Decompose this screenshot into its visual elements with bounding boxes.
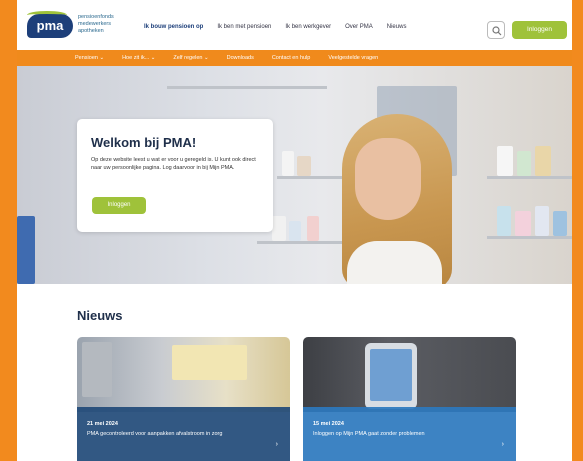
shelf	[487, 176, 572, 179]
news-headline[interactable]: Inloggen op Mijn PMA gaat zonder problem…	[313, 431, 483, 438]
product-box	[497, 146, 513, 176]
menu-item-downloads[interactable]: Downloads	[227, 55, 254, 61]
welcome-card: Welkom bij PMA! Op deze website leest u …	[77, 119, 273, 232]
news-image-phone	[303, 337, 516, 412]
news-headline[interactable]: PMA gecontroleerd voor aanpakken afvalst…	[87, 431, 257, 438]
menu-item-contact[interactable]: Contact en hulp	[272, 55, 311, 61]
sub-menu: Pensioen ⌄ Hoe zit ik... ⌄ Zelf regelen …	[17, 50, 572, 66]
medication-box	[172, 345, 247, 380]
site-header: pma pensioenfonds medewerkers apotheken …	[17, 0, 572, 50]
phone-screen	[370, 349, 412, 401]
news-date: 15 mei 2024	[313, 421, 344, 427]
bottle	[82, 342, 112, 397]
pharmacist-face	[355, 138, 421, 220]
nav-item-bouw-pensioen[interactable]: Ik bouw pensioen op	[144, 24, 203, 30]
menu-item-zelf-regelen[interactable]: Zelf regelen ⌄	[173, 55, 208, 61]
nav-item-werkgever[interactable]: Ik ben werkgever	[285, 24, 331, 30]
news-heading: Nieuws	[77, 308, 123, 323]
news-card[interactable]: 21 mei 2024 PMA gecontroleerd voor aanpa…	[77, 337, 290, 461]
welcome-title: Welkom bij PMA!	[91, 135, 197, 150]
menu-item-faq[interactable]: Veelgestelde vragen	[328, 55, 378, 61]
login-button[interactable]: Inloggen	[512, 21, 567, 39]
welcome-login-button[interactable]: Inloggen	[92, 197, 146, 214]
news-card[interactable]: 15 mei 2024 Inloggen op Mijn PMA gaat zo…	[303, 337, 516, 461]
product-box	[497, 206, 511, 236]
page-frame: pma pensioenfonds medewerkers apotheken …	[17, 0, 572, 461]
search-button[interactable]	[487, 21, 505, 39]
product-box	[517, 151, 531, 176]
product-box	[272, 216, 286, 241]
shelf	[487, 236, 572, 239]
product-box	[282, 151, 294, 176]
product-box	[307, 216, 319, 241]
nav-item-met-pensioen[interactable]: Ik ben met pensioen	[217, 24, 271, 30]
phone	[365, 343, 417, 409]
welcome-text: Op deze website leest u wat er voor u ge…	[91, 157, 256, 171]
hero-banner: Welkom bij PMA! Op deze website leest u …	[17, 66, 572, 284]
nav-item-nieuws[interactable]: Nieuws	[387, 24, 407, 30]
logo-text: pma	[36, 18, 64, 33]
nav-item-over-pma[interactable]: Over PMA	[345, 24, 373, 30]
chevron-right-icon[interactable]: ›	[502, 441, 504, 448]
main-nav: Ik bouw pensioen op Ik ben met pensioen …	[144, 24, 406, 30]
news-overlay: 21 mei 2024 PMA gecontroleerd voor aanpa…	[77, 407, 290, 461]
blue-object	[17, 216, 35, 284]
pharmacist-coat	[347, 241, 442, 284]
pma-logo[interactable]: pma	[27, 11, 73, 38]
menu-item-hoe-zit[interactable]: Hoe zit ik... ⌄	[122, 55, 155, 61]
news-image-medication	[77, 337, 290, 412]
search-icon	[492, 26, 502, 36]
product-box	[297, 156, 311, 176]
product-box	[553, 211, 567, 236]
product-box	[289, 221, 301, 241]
news-date: 21 mei 2024	[87, 421, 118, 427]
product-box	[535, 206, 549, 236]
logo-tagline: pensioenfonds medewerkers apotheken	[78, 14, 114, 34]
chevron-right-icon[interactable]: ›	[276, 441, 278, 448]
menu-item-pensioen[interactable]: Pensioen ⌄	[75, 55, 104, 61]
product-box	[515, 211, 531, 236]
product-box	[535, 146, 551, 176]
shelf	[167, 86, 327, 89]
news-overlay: 15 mei 2024 Inloggen op Mijn PMA gaat zo…	[303, 407, 516, 461]
